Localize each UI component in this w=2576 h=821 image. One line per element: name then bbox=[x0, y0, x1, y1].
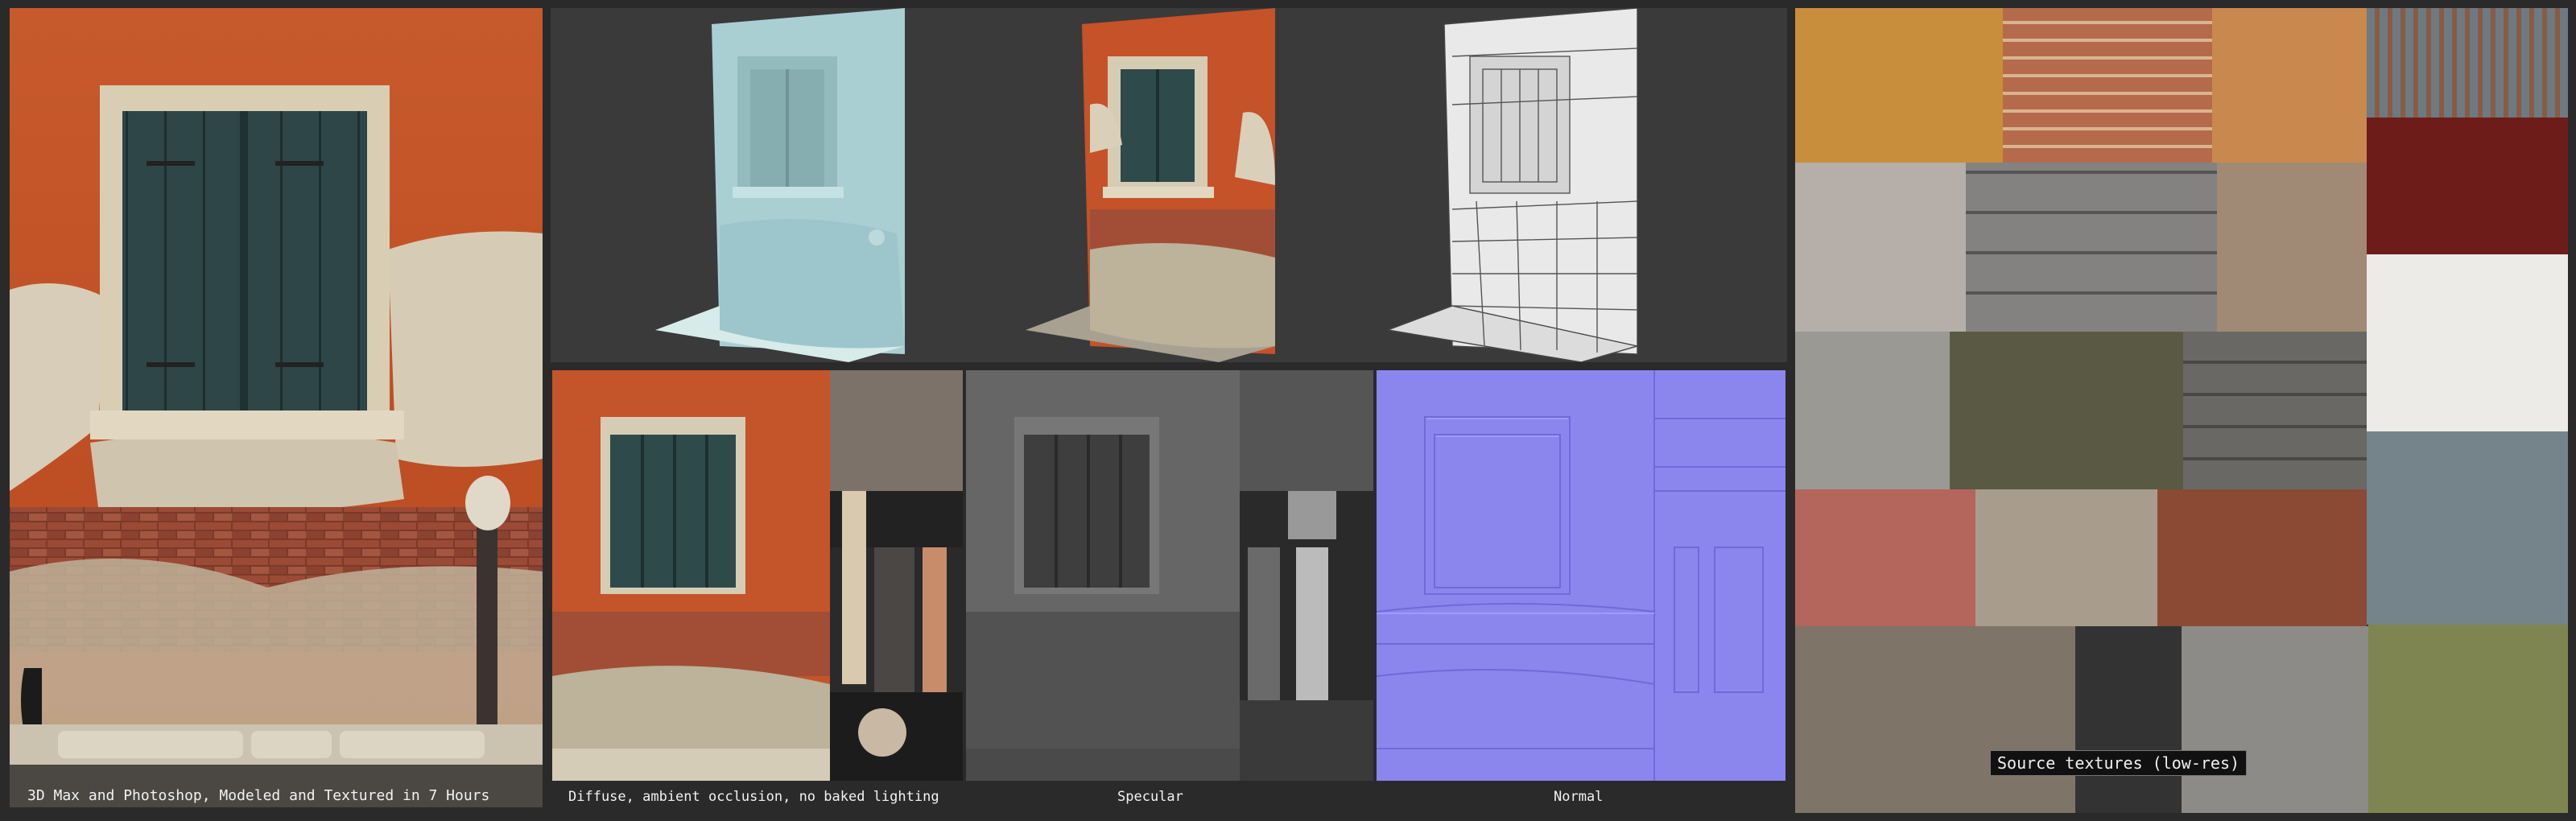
texture-tile bbox=[2183, 332, 2367, 489]
diffuse-caption: Diffuse, ambient occlusion, no baked lig… bbox=[568, 789, 939, 805]
diffuse-map-art bbox=[552, 370, 963, 781]
hero-render-art bbox=[10, 8, 543, 807]
textured-render bbox=[1026, 8, 1275, 362]
texture-tile bbox=[2217, 163, 2367, 332]
texture-tile bbox=[1795, 163, 1966, 332]
texture-tile bbox=[2003, 8, 2212, 163]
texture-tile bbox=[2182, 626, 2368, 813]
texture-tile bbox=[2157, 489, 2367, 626]
texture-tile bbox=[2367, 118, 2568, 254]
normal-caption: Normal bbox=[1554, 789, 1604, 805]
texture-tile bbox=[1795, 8, 2003, 163]
renders-strip bbox=[551, 8, 1787, 362]
hero-caption: 3D Max and Photoshop, Modeled and Textur… bbox=[27, 787, 490, 804]
specular-caption: Specular bbox=[1117, 789, 1183, 805]
texture-tile bbox=[2367, 431, 2568, 625]
specular-map bbox=[966, 370, 1373, 781]
texture-tile bbox=[2212, 8, 2367, 163]
specular-map-art bbox=[966, 370, 1373, 781]
texture-tile bbox=[1966, 163, 2217, 332]
diffuse-map bbox=[552, 370, 963, 781]
normal-map bbox=[1377, 370, 1785, 781]
renders-strip-art bbox=[655, 8, 1638, 362]
texture-tile bbox=[2367, 254, 2568, 431]
texture-tile bbox=[2075, 626, 2182, 813]
normal-map-art bbox=[1377, 370, 1785, 781]
texture-tile bbox=[1795, 489, 1975, 626]
texture-tile bbox=[1795, 626, 2075, 813]
texture-tile bbox=[1950, 332, 2183, 489]
source-textures-label: Source textures (low-res) bbox=[1990, 750, 2248, 776]
hero-render bbox=[10, 8, 543, 807]
texture-tile bbox=[1975, 489, 2157, 626]
texture-tile bbox=[2368, 625, 2568, 813]
wireframe-render bbox=[1385, 8, 1638, 362]
clay-render bbox=[655, 8, 905, 362]
source-textures bbox=[1795, 8, 2568, 813]
texture-tile bbox=[1795, 332, 1950, 489]
texture-tile bbox=[2367, 8, 2568, 118]
